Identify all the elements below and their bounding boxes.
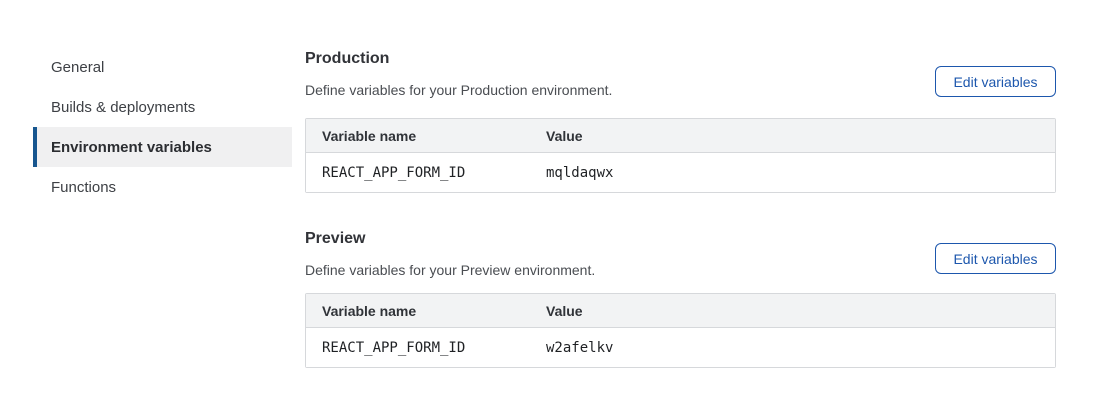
variable-value-cell: w2afelkv <box>530 328 1055 367</box>
settings-content: Production Define variables for your Pro… <box>305 0 1056 368</box>
column-header-variable-name: Variable name <box>306 119 530 153</box>
variable-name-cell: REACT_APP_FORM_ID <box>306 328 530 367</box>
sidebar-item-general[interactable]: General <box>33 47 292 87</box>
sidebar-item-builds-deployments[interactable]: Builds & deployments <box>33 87 292 127</box>
sidebar-item-functions[interactable]: Functions <box>33 167 292 207</box>
table-header-row: Variable name Value <box>306 119 1055 153</box>
sidebar-item-environment-variables[interactable]: Environment variables <box>33 127 292 167</box>
variable-name-cell: REACT_APP_FORM_ID <box>306 153 530 192</box>
production-edit-variables-button[interactable]: Edit variables <box>935 66 1056 97</box>
table-row: REACT_APP_FORM_ID mqldaqwx <box>306 153 1055 192</box>
settings-sidebar: General Builds & deployments Environment… <box>33 47 292 207</box>
column-header-value: Value <box>530 119 1055 153</box>
production-variables-table: Variable name Value REACT_APP_FORM_ID mq… <box>305 118 1056 193</box>
preview-variables-table: Variable name Value REACT_APP_FORM_ID w2… <box>305 293 1056 368</box>
environment-variables-settings-page: General Builds & deployments Environment… <box>0 0 1100 420</box>
column-header-value: Value <box>530 294 1055 328</box>
preview-edit-variables-button[interactable]: Edit variables <box>935 243 1056 274</box>
table-row: REACT_APP_FORM_ID w2afelkv <box>306 328 1055 367</box>
column-header-variable-name: Variable name <box>306 294 530 328</box>
variable-value-cell: mqldaqwx <box>530 153 1055 192</box>
table-header-row: Variable name Value <box>306 294 1055 328</box>
